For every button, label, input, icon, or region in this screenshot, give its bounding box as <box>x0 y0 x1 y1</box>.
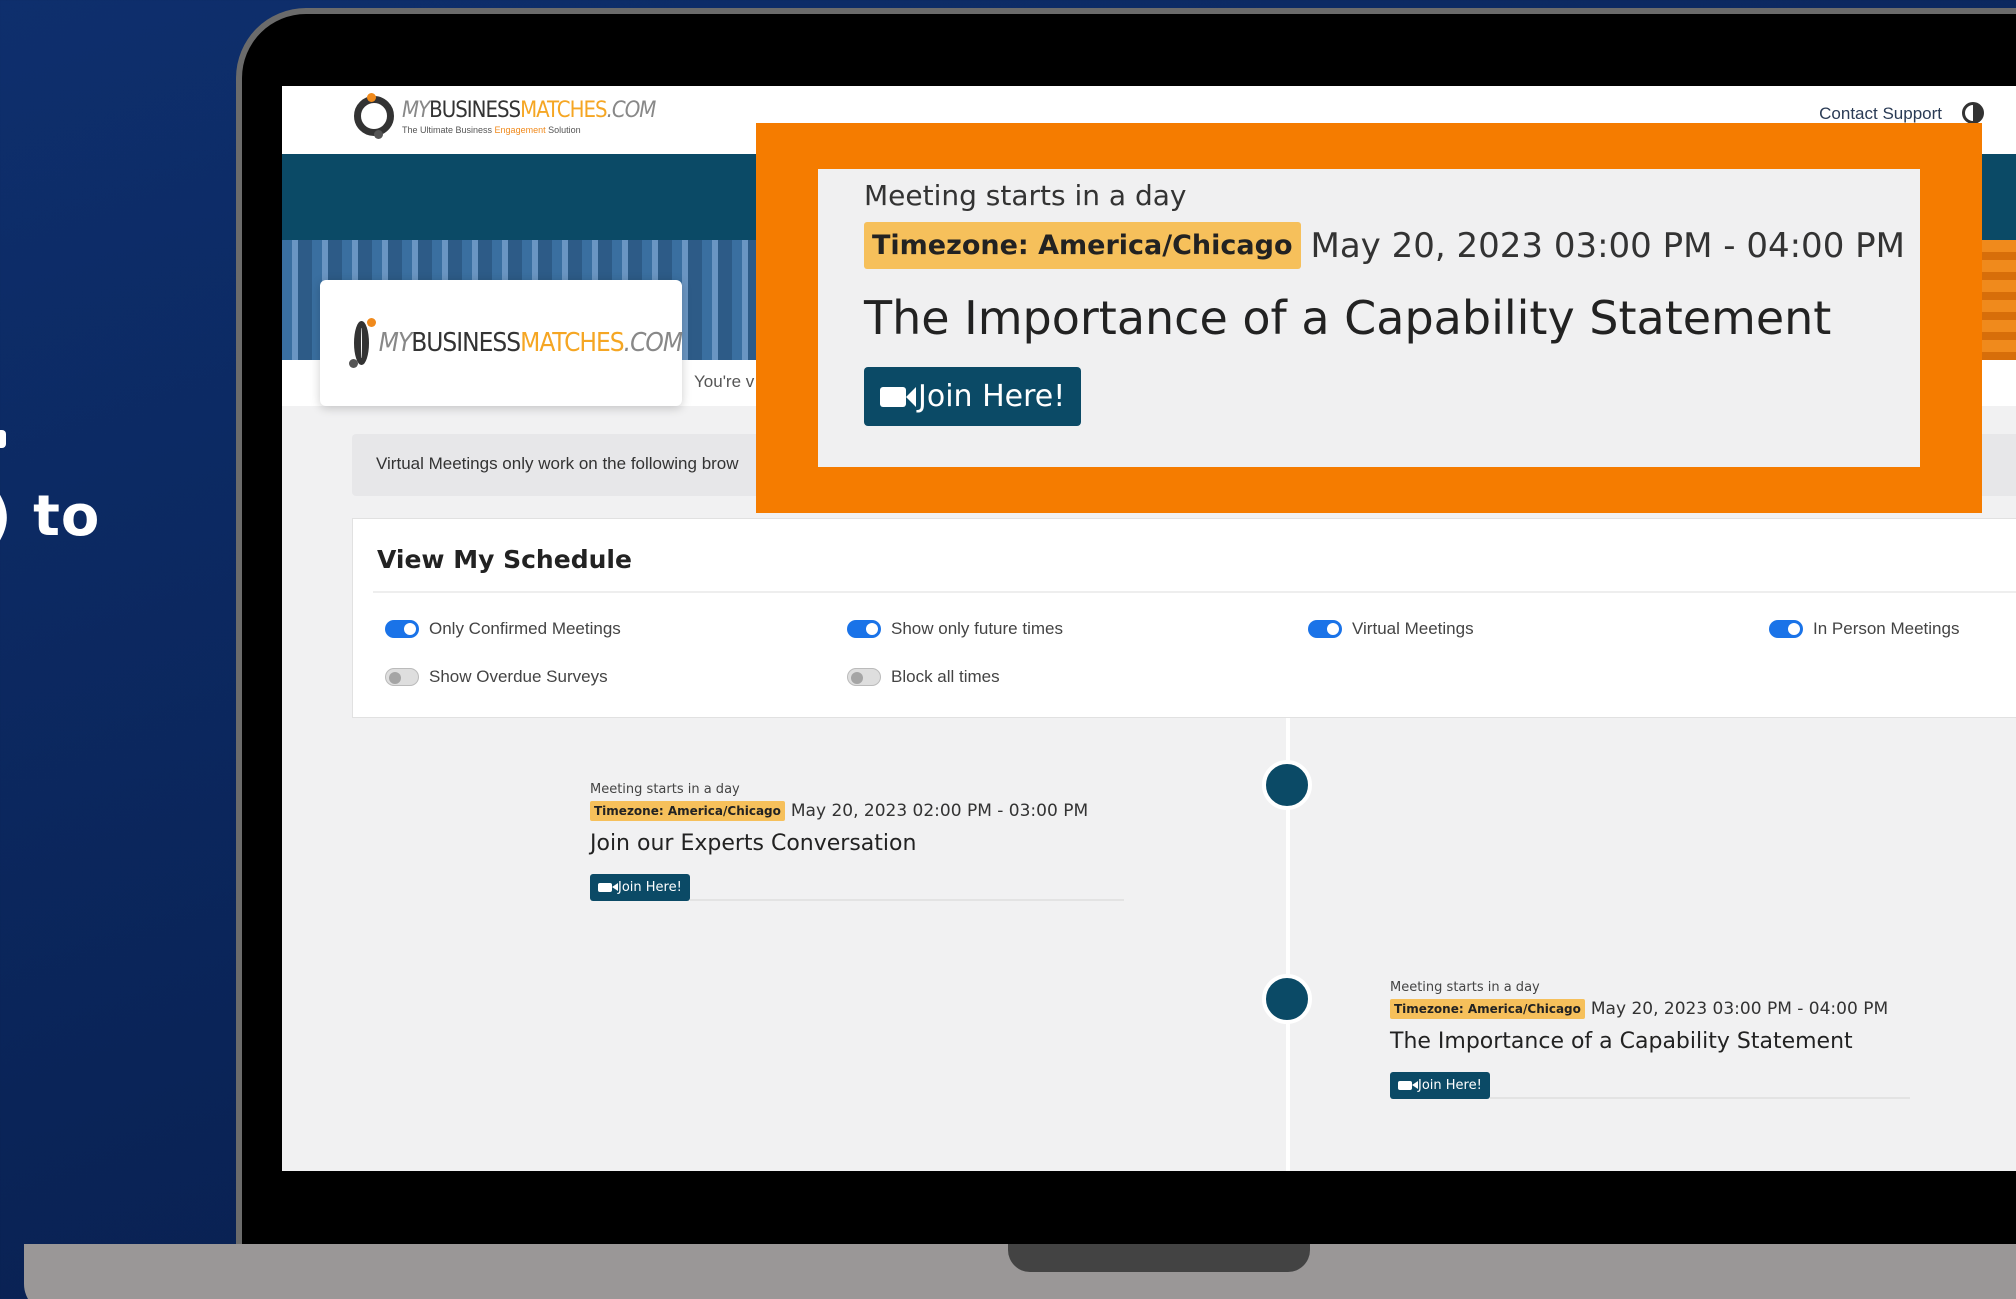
switch-icon[interactable] <box>1308 620 1342 638</box>
switch-icon[interactable] <box>385 668 419 686</box>
logo-com: .COM <box>606 97 657 123</box>
side-caption: ) to <box>0 484 101 549</box>
callout-meeting-card: Meeting starts in a day Timezone: Americ… <box>818 169 1920 467</box>
meeting-title: Join our Experts Conversation <box>590 831 917 856</box>
banner-image-accent <box>1976 240 2016 360</box>
toggle-overdue-surveys[interactable]: Show Overdue Surveys <box>385 667 608 687</box>
meeting-title: The Importance of a Capability Statement <box>1390 1029 1853 1054</box>
timezone-badge: Timezone: America/Chicago <box>1390 999 1585 1019</box>
meeting-card: Meeting starts in a day Timezone: Americ… <box>590 782 1124 901</box>
switch-icon[interactable] <box>1769 620 1803 638</box>
toggle-in-person[interactable]: In Person Meetings <box>1769 619 1959 639</box>
welcome-text: You're v <box>694 372 755 391</box>
panel-title: View My Schedule <box>377 545 632 574</box>
switch-icon[interactable] <box>847 620 881 638</box>
switch-icon[interactable] <box>385 620 419 638</box>
toggle-future-times[interactable]: Show only future times <box>847 619 1063 639</box>
contact-support-link[interactable]: Contact Support <box>1819 104 1942 124</box>
meeting-countdown: Meeting starts in a day <box>590 782 740 797</box>
meeting-title: The Importance of a Capability Statement <box>864 291 1832 345</box>
company-logo-card: MYBUSINESSMATCHES.COM <box>320 280 683 406</box>
divider <box>1489 1097 1910 1099</box>
meeting-datetime: May 20, 2023 02:00 PM - 03:00 PM <box>790 801 1089 821</box>
laptop-notch <box>1008 1244 1310 1272</box>
join-button[interactable]: Join Here! <box>1390 1072 1490 1099</box>
logo-matches: MATCHES <box>520 97 607 123</box>
join-button[interactable]: Join Here! <box>864 367 1082 426</box>
side-decoration <box>0 430 6 448</box>
zoom-callout: Meeting starts in a day Timezone: Americ… <box>756 123 1982 513</box>
timezone-badge: Timezone: America/Chicago <box>590 801 785 821</box>
toggle-block-times[interactable]: Block all times <box>847 667 1000 687</box>
contrast-toggle-icon[interactable] <box>1962 102 1984 124</box>
join-button[interactable]: Join Here! <box>590 874 690 901</box>
meeting-datetime: May 20, 2023 03:00 PM - 04:00 PM <box>1310 225 1905 266</box>
video-camera-icon <box>598 883 618 892</box>
logo-tagline: The Ultimate Business Engagement Solutio… <box>402 124 581 135</box>
logo-mark-icon <box>348 318 376 368</box>
divider <box>689 899 1124 901</box>
timeline-dot <box>1262 760 1312 810</box>
divider <box>373 591 2016 593</box>
toggle-virtual-meetings[interactable]: Virtual Meetings <box>1308 619 1474 639</box>
schedule-panel: View My Schedule Only Confirmed Meetings… <box>352 518 2016 718</box>
logo-business: BUSINESS <box>429 97 521 123</box>
logo-my: MY <box>402 97 430 123</box>
meeting-card: Meeting starts in a day Timezone: Americ… <box>1390 980 1910 1099</box>
meeting-countdown: Meeting starts in a day <box>864 179 1187 212</box>
header-logo[interactable]: MYBUSINESSMATCHES.COM The Ultimate Busin… <box>354 93 657 139</box>
timeline-dot <box>1262 974 1312 1024</box>
logo-mark-icon <box>354 93 394 139</box>
video-camera-icon <box>1398 1081 1418 1090</box>
meeting-countdown: Meeting starts in a day <box>1390 980 1540 995</box>
toggle-only-confirmed[interactable]: Only Confirmed Meetings <box>385 619 621 639</box>
meeting-datetime: May 20, 2023 03:00 PM - 04:00 PM <box>1590 999 1889 1019</box>
switch-icon[interactable] <box>847 668 881 686</box>
video-camera-icon <box>880 386 916 407</box>
timezone-badge: Timezone: America/Chicago <box>864 222 1301 269</box>
